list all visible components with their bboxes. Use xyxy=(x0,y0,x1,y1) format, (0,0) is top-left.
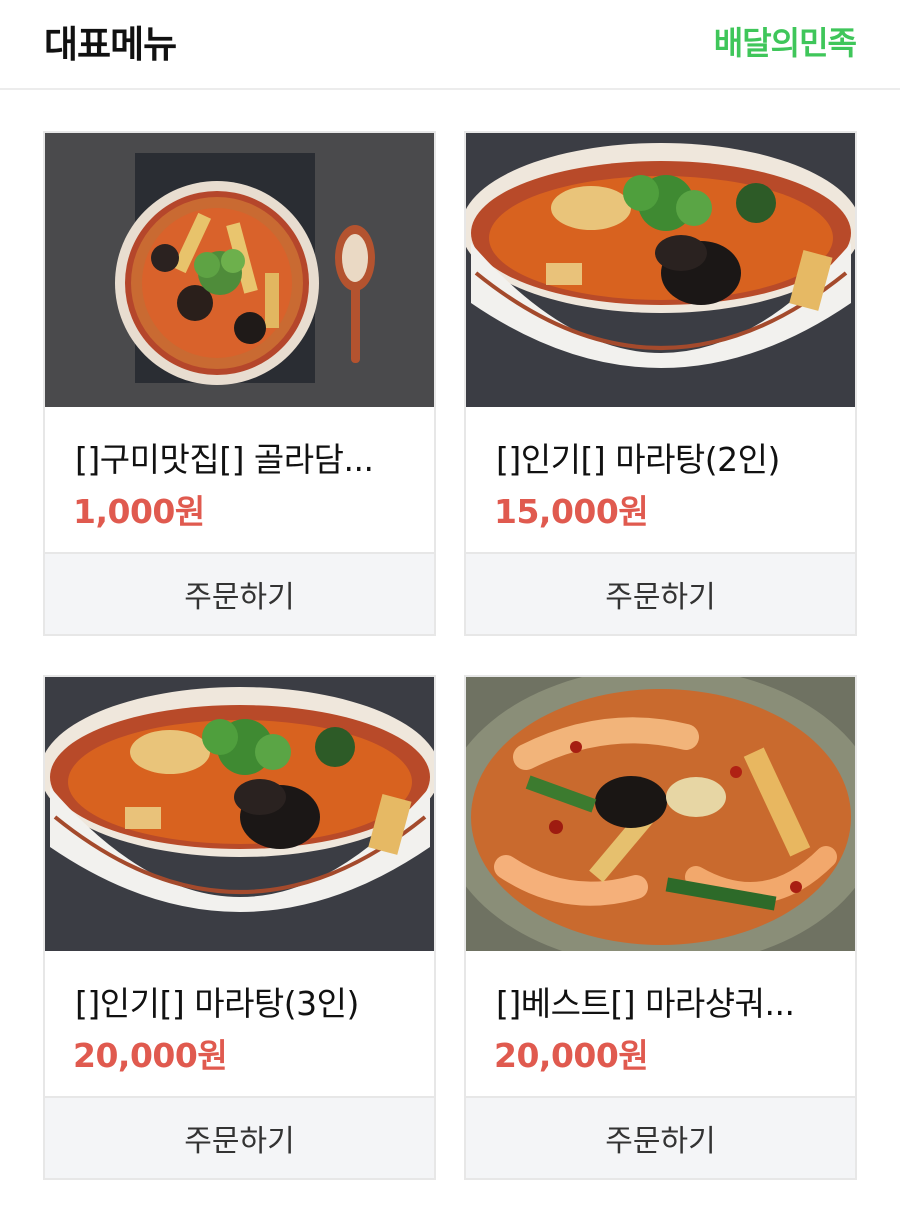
menu-image[interactable] xyxy=(45,133,434,407)
menu-price: 20,000원 xyxy=(494,1036,649,1075)
order-button[interactable]: 주문하기 xyxy=(45,552,434,634)
order-button[interactable]: 주문하기 xyxy=(466,552,855,634)
menu-card[interactable]: []베스트[] 마라샹궈... 20,000원 주문하기 xyxy=(464,675,857,1180)
menu-name: []인기[] 마라탕(2인) xyxy=(496,440,780,479)
menu-card[interactable]: []인기[] 마라탕(3인) 20,000원 주문하기 xyxy=(43,675,436,1180)
menu-image[interactable] xyxy=(45,677,434,951)
menu-card[interactable]: []구미맛집[] 골라담... 1,000원 주문하기 xyxy=(43,131,436,636)
top-header: 대표메뉴 배달의민족 xyxy=(0,0,900,90)
order-button[interactable]: 주문하기 xyxy=(466,1096,855,1178)
menu-name: []베스트[] 마라샹궈... xyxy=(496,984,795,1023)
menu-price: 15,000원 xyxy=(494,492,649,531)
menu-card[interactable]: []인기[] 마라탕(2인) 15,000원 주문하기 xyxy=(464,131,857,636)
menu-image[interactable] xyxy=(466,133,855,407)
section-title: 대표메뉴 xyxy=(44,23,177,66)
order-button[interactable]: 주문하기 xyxy=(45,1096,434,1178)
brand-logo[interactable]: 배달의민족 xyxy=(714,18,857,64)
menu-name: []인기[] 마라탕(3인) xyxy=(75,984,359,1023)
menu-price: 1,000원 xyxy=(73,492,205,531)
menu-image[interactable] xyxy=(466,677,855,951)
menu-name: []구미맛집[] 골라담... xyxy=(75,440,374,479)
menu-price: 20,000원 xyxy=(73,1036,228,1075)
